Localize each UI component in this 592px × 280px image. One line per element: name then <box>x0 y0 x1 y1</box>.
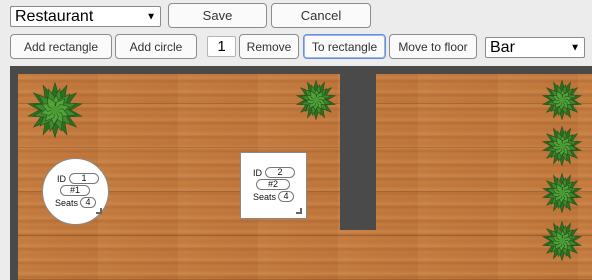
table-seats-label: Seats <box>253 191 277 202</box>
floor-select-value: Bar <box>490 38 515 56</box>
to-rectangle-button[interactable]: To rectangle <box>303 34 386 59</box>
plant-icon <box>542 80 582 120</box>
plant-icon <box>542 126 582 166</box>
table-seats-label: Seats <box>55 197 79 208</box>
floor-plan-canvas[interactable]: ID 1 #1 Seats 4 ID 2 #2 Seats 4 <box>10 66 592 280</box>
table-name-field[interactable]: #2 <box>256 179 290 190</box>
layout-select-value: Restaurant <box>15 7 94 25</box>
resize-handle-icon[interactable] <box>296 208 302 214</box>
floor-wall <box>340 74 376 230</box>
chevron-down-icon: ▼ <box>570 42 580 53</box>
chevron-down-icon: ▼ <box>146 11 156 22</box>
add-rectangle-button[interactable]: Add rectangle <box>10 34 112 59</box>
floor-select[interactable]: Bar ▼ <box>485 37 585 58</box>
table-circle[interactable]: ID 1 #1 Seats 4 <box>42 158 109 225</box>
table-id-field[interactable]: 1 <box>69 173 99 184</box>
plant-icon <box>27 82 83 138</box>
table-seats-field[interactable]: 4 <box>278 191 295 202</box>
plant-icon <box>296 80 336 120</box>
table-seats-field[interactable]: 4 <box>80 197 97 208</box>
plant-icon <box>542 173 582 213</box>
resize-handle-icon[interactable] <box>96 208 102 214</box>
add-circle-button[interactable]: Add circle <box>115 34 197 59</box>
table-id-label: ID <box>253 167 262 178</box>
remove-button[interactable]: Remove <box>239 34 299 59</box>
selected-count-field[interactable]: 1 <box>207 36 236 57</box>
table-rectangle[interactable]: ID 2 #2 Seats 4 <box>240 152 307 219</box>
save-button[interactable]: Save <box>168 3 267 28</box>
layout-select[interactable]: Restaurant ▼ <box>10 6 161 27</box>
table-id-field[interactable]: 2 <box>265 167 295 178</box>
cancel-button[interactable]: Cancel <box>271 3 371 28</box>
table-id-label: ID <box>57 173 66 184</box>
move-to-floor-button[interactable]: Move to floor <box>389 34 477 59</box>
plant-icon <box>542 221 582 261</box>
table-name-field[interactable]: #1 <box>60 185 90 196</box>
